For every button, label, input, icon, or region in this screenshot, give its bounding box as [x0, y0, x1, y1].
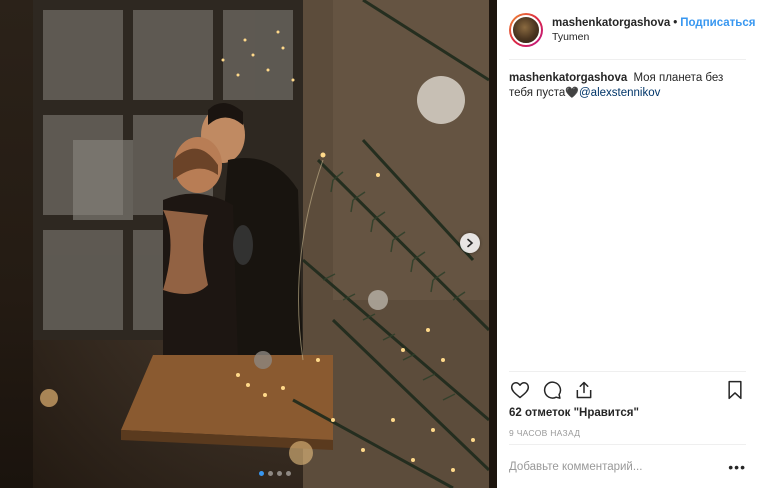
heart-icon — [510, 382, 530, 399]
post-header: mashenkatorgashova • Подписаться Tyumen — [509, 10, 755, 50]
chevron-right-icon — [467, 238, 474, 248]
location-link[interactable]: Tyumen — [552, 31, 755, 43]
carousel-dot — [286, 471, 291, 476]
photo-scene — [33, 0, 489, 488]
post-photo[interactable] — [33, 0, 489, 488]
save-button[interactable] — [724, 379, 746, 401]
action-bar — [509, 377, 746, 403]
carousel-dot — [277, 471, 282, 476]
header-line: mashenkatorgashova • Подписаться — [552, 17, 755, 29]
like-button[interactable] — [509, 379, 531, 401]
bookmark-icon — [728, 380, 742, 400]
header-divider — [509, 59, 746, 60]
caption: mashenkatorgashova Моя планета без тебя … — [509, 71, 746, 101]
carousel-dot-active — [259, 471, 264, 476]
avatar-image — [511, 15, 541, 45]
mention-link[interactable]: @alexstennikov — [579, 87, 660, 99]
comment-icon — [543, 381, 562, 399]
share-icon — [576, 381, 592, 399]
post-side-panel: mashenkatorgashova • Подписаться Tyumen … — [497, 0, 760, 488]
header-text: mashenkatorgashova • Подписаться Tyumen — [552, 17, 755, 43]
likes-count[interactable]: 62 отметок "Нравится" — [509, 407, 639, 419]
comment-row: ••• — [509, 455, 746, 479]
comment-divider — [509, 444, 746, 445]
comment-input[interactable] — [509, 461, 729, 473]
avatar[interactable] — [509, 13, 543, 47]
actions-divider — [509, 371, 746, 372]
header-separator: • — [673, 17, 678, 29]
next-slide-button[interactable] — [460, 233, 480, 253]
black-heart-emoji: 🖤 — [565, 87, 579, 99]
post-timestamp[interactable]: 9 ЧАСОВ НАЗАД — [509, 428, 580, 438]
left-background — [0, 0, 33, 488]
follow-button[interactable]: Подписаться — [680, 17, 755, 29]
comment-button[interactable] — [541, 379, 563, 401]
photo-edge — [489, 0, 497, 488]
caption-username[interactable]: mashenkatorgashova — [509, 72, 627, 84]
more-options-icon[interactable]: ••• — [728, 460, 746, 474]
username-link[interactable]: mashenkatorgashova — [552, 17, 670, 29]
share-button[interactable] — [573, 379, 595, 401]
carousel-indicator — [259, 471, 291, 476]
carousel-dot — [268, 471, 273, 476]
